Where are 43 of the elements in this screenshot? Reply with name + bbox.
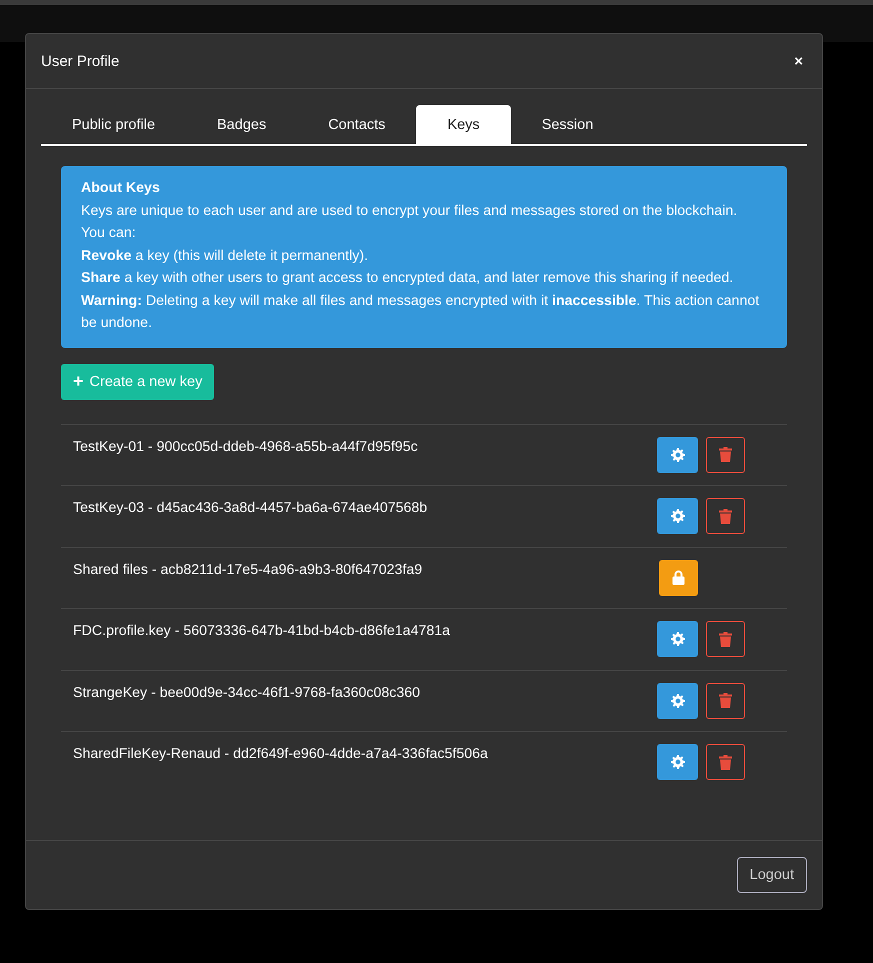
gear-icon	[670, 448, 684, 462]
plus-icon: +	[73, 371, 84, 392]
trash-icon	[719, 754, 732, 770]
settings-button[interactable]	[657, 682, 698, 718]
delete-button[interactable]	[706, 682, 745, 718]
key-label: TestKey-01 - 900cc05d-ddeb-4968-a55b-a44f7d95f95c	[73, 438, 418, 454]
tab[interactable]: Badges	[186, 105, 298, 144]
info-text: Keys are unique to each user and are used to encrypt your files and messages stored on the blockchain.	[81, 202, 738, 220]
info-text: Warning: Deleting a key will make all files and messages encrypted with it inaccessible. This action cannot be undone.	[81, 292, 760, 333]
delete-button[interactable]	[706, 621, 745, 657]
trash-icon	[719, 632, 732, 646]
tab[interactable]: Keys	[416, 105, 511, 144]
settings-button[interactable]	[657, 621, 698, 657]
settings-button[interactable]	[657, 436, 698, 472]
gear-icon	[670, 509, 684, 523]
lock-button[interactable]	[659, 560, 698, 596]
settings-button[interactable]	[657, 498, 698, 534]
trash-icon	[719, 508, 732, 524]
delete-button[interactable]	[706, 744, 745, 780]
gear-icon	[670, 755, 684, 769]
tab[interactable]: Session	[510, 105, 624, 144]
tab[interactable]: Public profile	[41, 105, 186, 144]
key-label: StrangeKey - bee00d9e-34cc-46f1-9768-fa360c08c360	[73, 684, 420, 700]
info-text: Share a key with other users to grant access to encrypted data, and later remove this sharing if needed.	[81, 269, 734, 288]
gear-icon	[670, 694, 684, 708]
info-text: Revoke a key (this will delete it permanently).	[81, 246, 370, 266]
key-label: FDC.profile.key - 56073336-647b-41bd-b4cb-d86fe1a4781a	[73, 623, 450, 639]
trash-icon	[719, 447, 732, 462]
lock-icon	[672, 570, 685, 585]
close-button[interactable]: ×	[790, 52, 807, 70]
key-label: SharedFileKey-Renaud - dd2f649f-e960-4dde-a7a4-336fac5f506a	[73, 746, 488, 762]
settings-button[interactable]	[657, 744, 698, 780]
info-text: You can:	[81, 224, 137, 243]
delete-button[interactable]	[706, 436, 745, 472]
key-label: TestKey-03 - d45ac436-3a8d-4457-ba6a-674ae407568b	[73, 500, 428, 516]
trash-icon	[719, 693, 732, 708]
info-title: About Keys	[81, 179, 161, 198]
delete-button[interactable]	[706, 498, 745, 534]
key-label: Shared files - acb8211d-17e5-4a96-a9b3-80f647023fa9	[73, 562, 422, 578]
logout-button[interactable]: Logout	[736, 857, 807, 893]
tab[interactable]: Contacts	[297, 105, 416, 144]
gear-icon	[670, 632, 684, 646]
dialog-title: User Profile	[41, 52, 120, 70]
